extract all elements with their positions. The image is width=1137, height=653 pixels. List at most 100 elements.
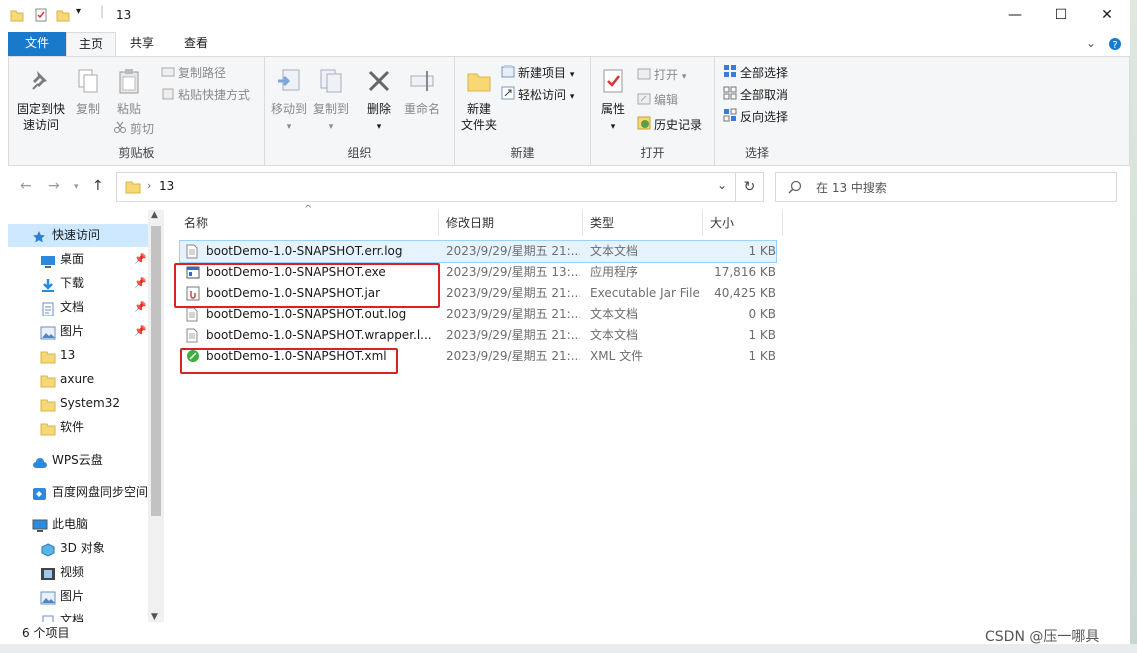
tab-file[interactable]: 文件 [8,32,66,56]
nav-videos[interactable]: 视频 [8,561,148,584]
new-item-button[interactable]: 新建项目 ▾ [501,63,574,83]
customize-quick-access-icon[interactable]: ▾ [76,6,81,17]
properties-button[interactable]: 属性 ▾ [595,67,631,135]
column-divider[interactable] [702,210,703,236]
nav-baidu-sync[interactable]: 百度网盘同步空间 [8,481,148,504]
select-none-button[interactable]: 全部取消 [723,85,788,105]
column-header-name[interactable]: 名称 [184,210,208,236]
recent-locations-icon[interactable]: ▾ [74,182,79,192]
new-folder-quick-icon[interactable] [56,8,70,25]
rename-label: 重命名 [403,102,440,116]
close-button[interactable]: ✕ [1084,0,1130,30]
edit-button[interactable]: 编辑 [637,90,678,110]
file-row[interactable]: bootDemo-1.0-SNAPSHOT.wrapper.l... 2023/… [180,325,776,346]
nav-item-pictures[interactable]: 图片 📌 [8,320,148,343]
move-to-button[interactable]: 移动到 ▾ [269,67,309,135]
cut-button[interactable]: 剪切 [113,119,154,139]
delete-button[interactable]: 删除 ▾ [361,67,397,135]
file-date: 2023/9/29/星期五 21:... [446,244,580,258]
nav-pc-pictures[interactable]: 图片 [8,585,148,608]
column-divider[interactable] [438,210,439,236]
open-button[interactable]: 打开 ▾ [637,65,686,85]
pictures-icon [40,325,56,343]
svg-text:?: ? [1112,40,1117,51]
nav-quick-access[interactable]: 快速访问 [8,224,148,247]
copy-path-button[interactable]: 复制路径 [161,63,226,83]
breadcrumb-chevron-icon[interactable]: › [147,179,151,192]
baidu-sync-icon [32,486,48,504]
new-folder-button[interactable]: 新建 文件夹 [457,67,501,133]
back-arrow-icon[interactable]: ← [20,178,32,194]
file-date: 2023/9/29/星期五 21:... [446,286,580,300]
rename-icon [401,67,443,99]
pin-quick-access-button[interactable]: 固定到快 速访问 [13,67,69,133]
address-bar[interactable]: › 13 ⌄ [116,172,736,202]
navigation-pane: 快速访问 桌面 📌 下载 📌 文档 📌 图片 📌 13 axure System… [8,210,164,622]
desktop-background-strip [1130,0,1137,653]
pin-icon [13,67,69,99]
pinned-icon: 📌 [134,326,147,337]
tab-share[interactable]: 共享 [118,32,166,56]
scroll-up-icon[interactable]: ▲ [151,210,158,220]
history-button[interactable]: 历史记录 [637,115,702,135]
help-icon[interactable]: ? [1108,37,1122,54]
scrollbar-thumb[interactable] [151,226,161,516]
column-divider[interactable] [782,210,783,236]
minimize-button[interactable]: — [992,0,1038,30]
column-header-date[interactable]: 修改日期 [446,210,494,236]
select-none-icon [723,86,737,106]
file-list: ^ 名称 修改日期 类型 大小 bootDemo-1.0-SNAPSHOT.er… [166,204,1130,622]
up-arrow-icon[interactable]: ↑ [92,178,104,194]
nav-this-pc[interactable]: 此电脑 [8,513,148,536]
nav-wps-cloud[interactable]: WPS云盘 [8,449,148,472]
ribbon: 固定到快 速访问 复制 粘贴 复制路径 粘贴快捷方式 剪切 剪贴板 移动到 ▾ … [8,56,1130,166]
move-to-dropdown-icon: ▾ [286,122,292,132]
copy-to-button[interactable]: 复制到 ▾ [311,67,351,135]
column-header-size[interactable]: 大小 [710,210,734,236]
nav-item-system32[interactable]: System32 [8,392,148,415]
breadcrumb-current[interactable]: 13 [159,179,174,193]
column-divider[interactable] [582,210,583,236]
tab-home[interactable]: 主页 [66,32,116,57]
invert-selection-button[interactable]: 反向选择 [723,107,788,127]
copy-button[interactable]: 复制 [69,67,107,117]
copy-label: 复制 [75,102,100,116]
select-all-button[interactable]: 全部选择 [723,63,788,83]
paste-button[interactable]: 粘贴 [109,67,149,117]
select-all-icon [723,64,737,84]
forward-arrow-icon[interactable]: → [48,178,60,194]
folder-icon [40,349,56,367]
nav-item-software[interactable]: 软件 [8,416,148,439]
easy-access-button[interactable]: 轻松访问 ▾ [501,85,574,105]
address-dropdown-icon[interactable]: ⌄ [717,178,727,192]
properties-quick-icon[interactable] [34,8,48,25]
open-group-label: 打开 [640,146,665,160]
file-row[interactable]: bootDemo-1.0-SNAPSHOT.err.log 2023/9/29/… [179,240,777,263]
title-divider: | [100,4,105,18]
file-size: 1 KB [748,244,776,258]
nav-item-documents[interactable]: 文档 📌 [8,296,148,319]
move-to-icon [269,67,309,99]
nav-quick-access-label: 快速访问 [52,228,101,242]
nav-item-downloads[interactable]: 下载 📌 [8,272,148,295]
properties-dropdown-icon: ▾ [610,122,616,132]
search-box[interactable]: 在 13 中搜索 [775,172,1117,202]
nav-scrollbar[interactable]: ▲ ▼ [148,210,164,622]
nav-item-axure[interactable]: axure [8,368,148,391]
nav-pc-documents[interactable]: 文档 [8,609,148,622]
navigation-bar: ← → ▾ ↑ › 13 ⌄ ↻ 在 13 中搜索 [8,166,1130,208]
collapse-ribbon-icon[interactable]: ⌄ [1086,36,1096,50]
nav-3d-objects[interactable]: 3D 对象 [8,537,148,560]
documents-icon [40,614,56,622]
pinned-icon: 📌 [134,302,147,313]
rename-button[interactable]: 重命名 [401,67,443,117]
edit-label: 编辑 [654,93,679,107]
column-header-type[interactable]: 类型 [590,210,614,236]
paste-shortcut-button[interactable]: 粘贴快捷方式 [161,85,250,105]
maximize-button[interactable]: ☐ [1038,0,1084,30]
nav-item-desktop[interactable]: 桌面 📌 [8,248,148,271]
refresh-button[interactable]: ↻ [736,172,764,202]
tab-view[interactable]: 查看 [172,32,220,56]
nav-item-13[interactable]: 13 [8,344,148,367]
scroll-down-icon[interactable]: ▼ [151,612,158,622]
